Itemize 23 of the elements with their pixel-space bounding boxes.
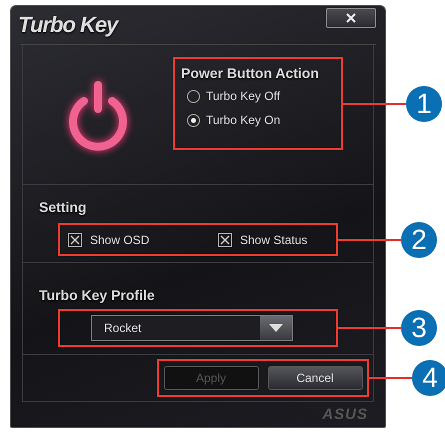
radio-option[interactable]: Turbo Key Off (187, 89, 341, 104)
profile-dropdown[interactable]: Rocket (91, 315, 293, 342)
checkbox-label: Show OSD (90, 232, 150, 247)
section-heading: Setting (39, 199, 86, 216)
window-title: Turbo Key (18, 12, 118, 38)
callout-number: 1 (406, 86, 442, 122)
callout-number: 3 (401, 310, 437, 346)
section-heading: Turbo Key Profile (39, 287, 155, 304)
power-icon (66, 78, 130, 151)
radio-button[interactable] (187, 114, 200, 127)
section-heading: Power Button Action (181, 65, 320, 82)
checkbox-label: Show Status (240, 232, 308, 247)
checkbox[interactable] (68, 232, 82, 247)
callout-number: 2 (401, 222, 437, 258)
brand-logo: ASUS (322, 406, 368, 424)
radio-button[interactable] (187, 90, 200, 103)
close-icon (346, 13, 356, 24)
caret-icon (269, 324, 283, 332)
radio-option[interactable]: Turbo Key On (187, 113, 341, 128)
callout-number: 4 (412, 360, 445, 396)
cancel-button[interactable]: Cancel (268, 366, 362, 390)
close-button[interactable] (326, 8, 376, 28)
checkbox[interactable] (218, 232, 232, 247)
